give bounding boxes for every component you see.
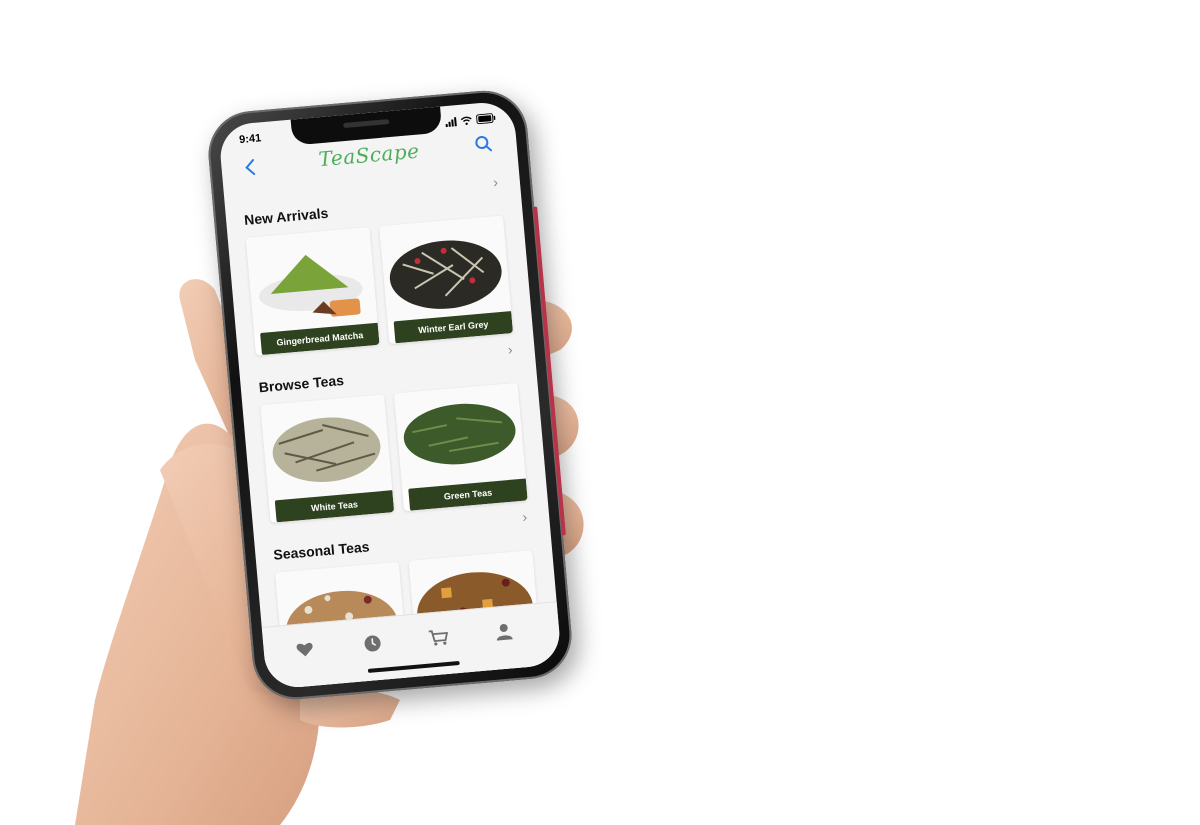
search-icon: [475, 136, 493, 152]
battery-icon: [476, 113, 496, 125]
earl-grey-leaves-image: [379, 215, 512, 322]
section-title: New Arrivals: [243, 204, 329, 229]
white-tea-leaves-image: [260, 394, 393, 501]
product-card-winter-earl-grey[interactable]: Winter Earl Grey: [379, 215, 514, 344]
app-logo: TeaScape: [317, 138, 421, 172]
signal-icon: [445, 116, 457, 127]
cart-icon: [428, 630, 449, 646]
section-browse-teas: › Browse Teas White Teas Green Teas: [239, 337, 549, 530]
matcha-powder-image: [245, 227, 378, 334]
phone-device: 9:41 TeaScape › New Arrivals Gingerbread…: [204, 87, 576, 703]
home-indicator[interactable]: [367, 660, 460, 673]
category-card-green-teas[interactable]: Green Teas: [393, 382, 528, 512]
tab-favorites[interactable]: [289, 633, 322, 666]
wifi-icon: [460, 116, 472, 125]
browse-teas-see-all-button[interactable]: ›: [507, 341, 513, 357]
chevron-right-icon: ›: [521, 508, 528, 525]
hand-illustration: [75, 279, 584, 825]
tab-profile[interactable]: [488, 616, 521, 649]
green-tea-leaves-image: [393, 382, 526, 490]
tab-cart[interactable]: [422, 621, 455, 654]
search-button[interactable]: [474, 133, 502, 161]
section-new-arrivals: › New Arrivals Gingerbread Matcha Winter…: [224, 170, 534, 363]
clock-icon: [364, 635, 381, 652]
section-title: Browse Teas: [258, 371, 345, 396]
phone-screen: 9:41 TeaScape › New Arrivals Gingerbread…: [217, 100, 563, 690]
status-icons: [445, 113, 497, 127]
chevron-right-icon: ›: [507, 341, 514, 358]
tab-history[interactable]: [356, 627, 389, 660]
category-card-white-teas[interactable]: White Teas: [260, 394, 395, 523]
chevron-left-icon: [245, 159, 256, 175]
chevron-right-icon: ›: [492, 173, 499, 191]
section-title: Seasonal Teas: [272, 538, 371, 563]
back-button[interactable]: [237, 156, 265, 184]
product-card-gingerbread-matcha[interactable]: Gingerbread Matcha: [245, 227, 380, 356]
home-content[interactable]: › New Arrivals Gingerbread Matcha Winter…: [224, 170, 557, 690]
status-time: 9:41: [238, 132, 262, 147]
user-icon: [496, 623, 513, 641]
heart-icon: [296, 642, 313, 657]
new-arrivals-see-all-button[interactable]: ›: [492, 174, 498, 190]
seasonal-teas-see-all-button[interactable]: ›: [522, 509, 528, 525]
